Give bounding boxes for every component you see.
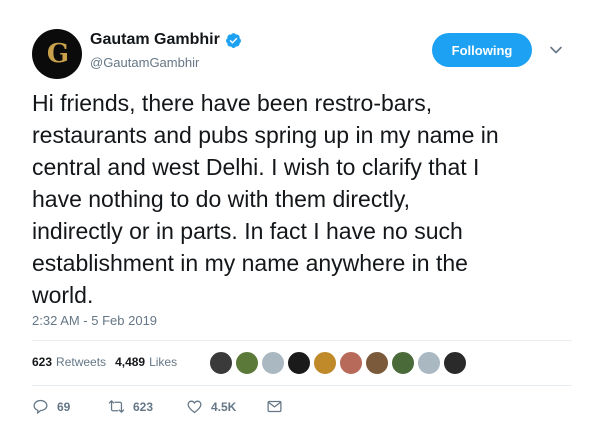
liker-avatar[interactable] — [339, 351, 363, 375]
envelope-icon — [267, 400, 282, 413]
retweets-label[interactable]: Retweets — [56, 355, 106, 369]
retweet-icon — [108, 400, 125, 413]
liker-avatar[interactable] — [391, 351, 415, 375]
verified-badge-icon — [225, 32, 241, 48]
liker-avatar[interactable] — [313, 351, 337, 375]
liker-avatar[interactable] — [209, 351, 233, 375]
like-button[interactable]: 4.5K — [186, 398, 266, 415]
divider — [32, 340, 572, 341]
author-name-row: Gautam Gambhir — [90, 31, 242, 49]
following-button[interactable]: Following — [432, 33, 532, 67]
retweet-count: 623 — [133, 399, 154, 414]
engagement-stats: 623 Retweets 4,489 Likes — [32, 355, 186, 369]
tweet-actions: 69 623 4.5K — [32, 398, 283, 415]
liker-avatar[interactable] — [443, 351, 467, 375]
like-count: 4.5K — [211, 399, 237, 414]
tweet-card: G Gautam Gambhir @GautamGambhir Followin… — [0, 0, 600, 429]
heart-icon — [187, 400, 202, 414]
likes-count[interactable]: 4,489 — [115, 355, 145, 369]
retweets-count[interactable]: 623 — [32, 355, 52, 369]
divider — [32, 385, 572, 386]
reply-icon — [33, 399, 48, 415]
reply-button[interactable]: 69 — [32, 398, 108, 415]
avatar-monogram: G — [46, 39, 69, 69]
liker-avatar[interactable] — [287, 351, 311, 375]
author-avatar[interactable]: G — [32, 29, 82, 79]
author-display-name[interactable]: Gautam Gambhir — [90, 31, 220, 49]
reply-count: 69 — [57, 399, 71, 414]
tweet-text: Hi friends, there have been restro-bars,… — [32, 90, 499, 308]
direct-message-button[interactable] — [266, 398, 283, 415]
liker-avatar[interactable] — [235, 351, 259, 375]
retweet-button[interactable]: 623 — [108, 398, 186, 415]
liker-avatar[interactable] — [365, 351, 389, 375]
chevron-down-icon[interactable] — [549, 43, 563, 57]
tweet-timestamp[interactable]: 2:32 AM - 5 Feb 2019 — [32, 313, 157, 328]
liker-avatars — [209, 351, 469, 375]
author-handle[interactable]: @GautamGambhir — [90, 55, 199, 70]
likes-label[interactable]: Likes — [149, 355, 177, 369]
liker-avatar[interactable] — [417, 351, 441, 375]
liker-avatar[interactable] — [261, 351, 285, 375]
